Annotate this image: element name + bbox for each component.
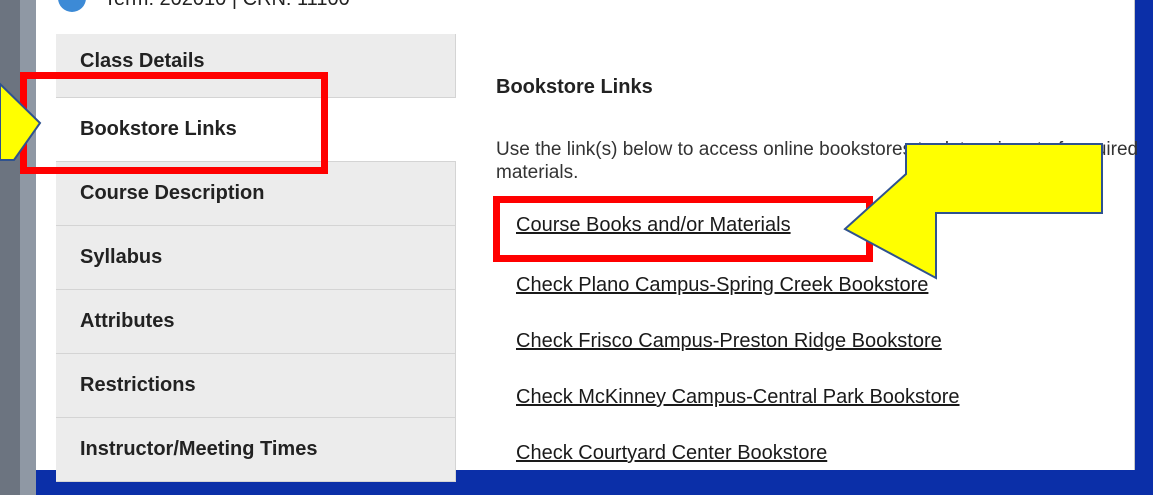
annotation-arrows (0, 82, 1103, 280)
left-arrow (0, 82, 42, 161)
screenshot-stage: Term: 202010 | CRN: 11100 Class Details … (0, 0, 1153, 495)
right-arrow (843, 143, 1103, 280)
